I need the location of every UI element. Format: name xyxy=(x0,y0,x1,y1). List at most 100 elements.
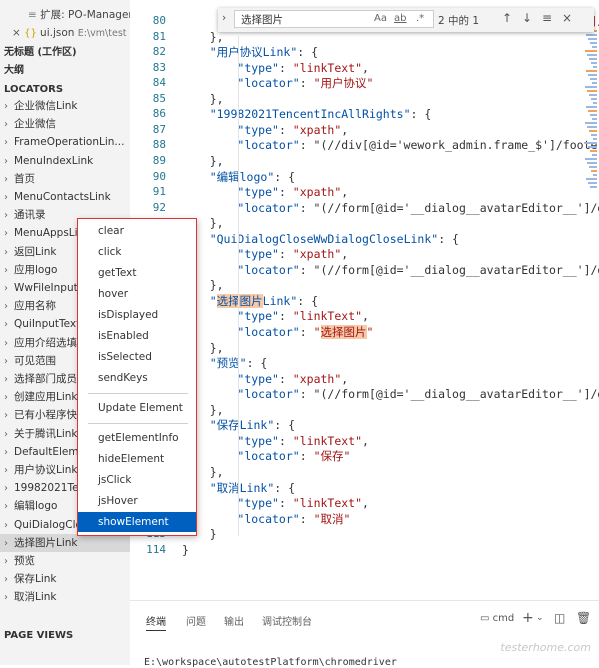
tab-problems[interactable]: 问题 xyxy=(186,613,206,628)
chevron-right-icon[interactable]: › xyxy=(4,462,14,480)
code-line[interactable]: "选择图片Link": { xyxy=(182,293,318,310)
code-line[interactable]: "locator": "(//form[@id='__dialog__avata… xyxy=(182,201,599,217)
locator-item[interactable]: › 企业微信 xyxy=(0,115,130,133)
code-line[interactable]: "type": "linkText", xyxy=(182,309,369,325)
menu-item[interactable]: Update Element xyxy=(78,398,196,418)
arrow-down-icon[interactable]: ↓ xyxy=(522,11,532,25)
chevron-right-icon[interactable]: › xyxy=(4,389,14,407)
chevron-down-icon[interactable]: ⌄ xyxy=(536,613,544,623)
locator-item[interactable]: › 选择图片Link xyxy=(0,533,130,553)
code-area[interactable]: "locator": "(//a[@id='wework_admin.frame… xyxy=(182,0,599,600)
menu-item[interactable]: isSelected xyxy=(78,347,196,367)
chevron-right-icon[interactable]: › xyxy=(4,335,14,353)
code-line[interactable]: "type": "xpath", xyxy=(182,247,348,263)
chevron-right-icon[interactable]: › xyxy=(4,316,14,334)
chevron-right-icon[interactable]: › xyxy=(4,262,14,280)
outline-section[interactable]: 大纲 xyxy=(0,62,24,80)
chevron-right-icon[interactable]: › xyxy=(4,116,14,134)
chevron-right-icon[interactable]: › xyxy=(4,480,14,498)
code-line[interactable]: "locator": "(//form[@id='__dialog__avata… xyxy=(182,263,599,279)
menu-item[interactable]: click xyxy=(78,242,196,262)
code-line[interactable]: }, xyxy=(182,154,224,170)
chevron-right-icon[interactable]: › xyxy=(4,407,14,425)
split-icon[interactable]: ◫ xyxy=(554,611,565,625)
menu-item[interactable]: hideElement xyxy=(78,449,196,469)
list-icon[interactable]: ≡ xyxy=(542,11,552,25)
menu-item[interactable]: isEnabled xyxy=(78,326,196,346)
regex-icon[interactable]: .* xyxy=(416,13,424,24)
code-line[interactable]: "type": "xpath", xyxy=(182,185,348,201)
chevron-right-icon[interactable]: › xyxy=(4,535,14,553)
chevron-right-icon[interactable]: › xyxy=(4,153,14,171)
menu-item[interactable]: showElement xyxy=(78,512,196,532)
page-views-section[interactable]: PAGE VIEWS xyxy=(0,627,73,645)
code-line[interactable]: }, xyxy=(182,92,224,108)
chevron-right-icon[interactable]: › xyxy=(4,589,14,607)
chevron-right-icon[interactable]: › xyxy=(4,244,14,262)
menu-item[interactable]: isDisplayed xyxy=(78,305,196,325)
menu-item[interactable]: clear xyxy=(78,221,196,241)
menu-item[interactable]: getText xyxy=(78,263,196,283)
chevron-right-icon[interactable]: › xyxy=(4,171,14,189)
menu-item[interactable]: jsHover xyxy=(78,491,196,511)
code-line[interactable]: "type": "linkText", xyxy=(182,434,369,450)
tab-terminal[interactable]: 终端 xyxy=(146,613,166,631)
code-line[interactable]: "type": "linkText", xyxy=(182,496,369,512)
menu-item[interactable]: sendKeys xyxy=(78,368,196,388)
chevron-right-icon[interactable]: › xyxy=(4,280,14,298)
code-editor[interactable]: 80818283848586878889909192113114 "locato… xyxy=(130,0,599,600)
chevron-right-icon[interactable]: › xyxy=(4,571,14,589)
code-line[interactable]: "locator": "选择图片" xyxy=(182,325,373,341)
code-line[interactable]: "用户协议Link": { xyxy=(182,45,318,61)
close-icon[interactable]: × xyxy=(562,11,572,25)
chevron-right-icon[interactable]: › xyxy=(4,189,14,207)
close-icon[interactable]: × xyxy=(12,27,24,39)
chevron-right-icon[interactable]: › xyxy=(4,426,14,444)
tab-output[interactable]: 输出 xyxy=(224,613,244,628)
chevron-right-icon[interactable]: › xyxy=(4,225,14,243)
chevron-right-icon[interactable]: › xyxy=(4,98,14,116)
locator-item[interactable]: › MenuContactsLink xyxy=(0,188,130,206)
locator-item[interactable]: › 取消Link xyxy=(0,588,130,606)
whole-word-icon[interactable]: ab xyxy=(394,13,406,24)
chevron-right-icon[interactable]: › xyxy=(4,353,14,371)
arrow-up-icon[interactable]: ↑ xyxy=(502,11,512,25)
chevron-right-icon[interactable]: › xyxy=(4,207,14,225)
match-case-icon[interactable]: Aa xyxy=(374,13,387,24)
code-line[interactable]: "locator": "保存" xyxy=(182,449,350,465)
chevron-right-icon[interactable]: › xyxy=(4,371,14,389)
code-line[interactable]: } xyxy=(182,543,189,559)
plus-icon[interactable]: + xyxy=(522,610,534,626)
chevron-right-icon[interactable]: › xyxy=(4,498,14,516)
menu-item[interactable]: jsClick xyxy=(78,470,196,490)
chevron-right-icon[interactable]: › xyxy=(4,517,14,535)
code-line[interactable]: "locator": "(//form[@id='__dialog__avata… xyxy=(182,387,599,403)
menu-item[interactable]: getElementInfo xyxy=(78,428,196,448)
code-line[interactable]: "QuiDialogCloseWwDialogCloseLink": { xyxy=(182,232,459,248)
chevron-right-icon[interactable]: › xyxy=(4,553,14,571)
tab-debug-console[interactable]: 调试控制台 xyxy=(262,613,312,628)
locator-item[interactable]: › 预览 xyxy=(0,552,130,570)
locator-item[interactable]: › FrameOperationLin... xyxy=(0,133,130,151)
menu-item[interactable]: hover xyxy=(78,284,196,304)
locator-item[interactable]: › 保存Link xyxy=(0,570,130,588)
code-line[interactable]: "type": "linkText", xyxy=(182,61,369,77)
locator-item[interactable]: › MenuIndexLink xyxy=(0,152,130,170)
chevron-right-icon[interactable]: › xyxy=(4,298,14,316)
chevron-right-icon[interactable]: › xyxy=(4,444,14,462)
code-line[interactable]: "type": "xpath", xyxy=(182,123,348,139)
sidebar-file-item[interactable]: × {} ui.json E:\vm\test xyxy=(12,24,127,42)
locator-item[interactable]: › 首页 xyxy=(0,170,130,188)
locator-item[interactable]: › 企业微信Link xyxy=(0,97,130,115)
sidebar-extension-item[interactable]: ≡ 扩展: PO-Manager xyxy=(28,6,130,24)
shell-selector[interactable]: ▭ cmd xyxy=(480,613,514,624)
code-line[interactable]: "locator": "取消" xyxy=(182,512,350,528)
trash-icon[interactable]: 🗑 xyxy=(576,611,591,625)
chevron-right-icon[interactable]: › xyxy=(4,134,14,152)
chevron-right-icon[interactable]: › xyxy=(222,12,226,24)
code-line[interactable]: "type": "xpath", xyxy=(182,372,348,388)
code-line[interactable]: "19982021TencentIncAllRights": { xyxy=(182,107,432,123)
code-line[interactable]: "locator": "用户协议" xyxy=(182,76,373,92)
code-line[interactable]: "locator": "(//div[@id='wework_admin.fra… xyxy=(182,138,599,154)
workspace-title[interactable]: 无标题 (工作区) xyxy=(0,44,77,62)
